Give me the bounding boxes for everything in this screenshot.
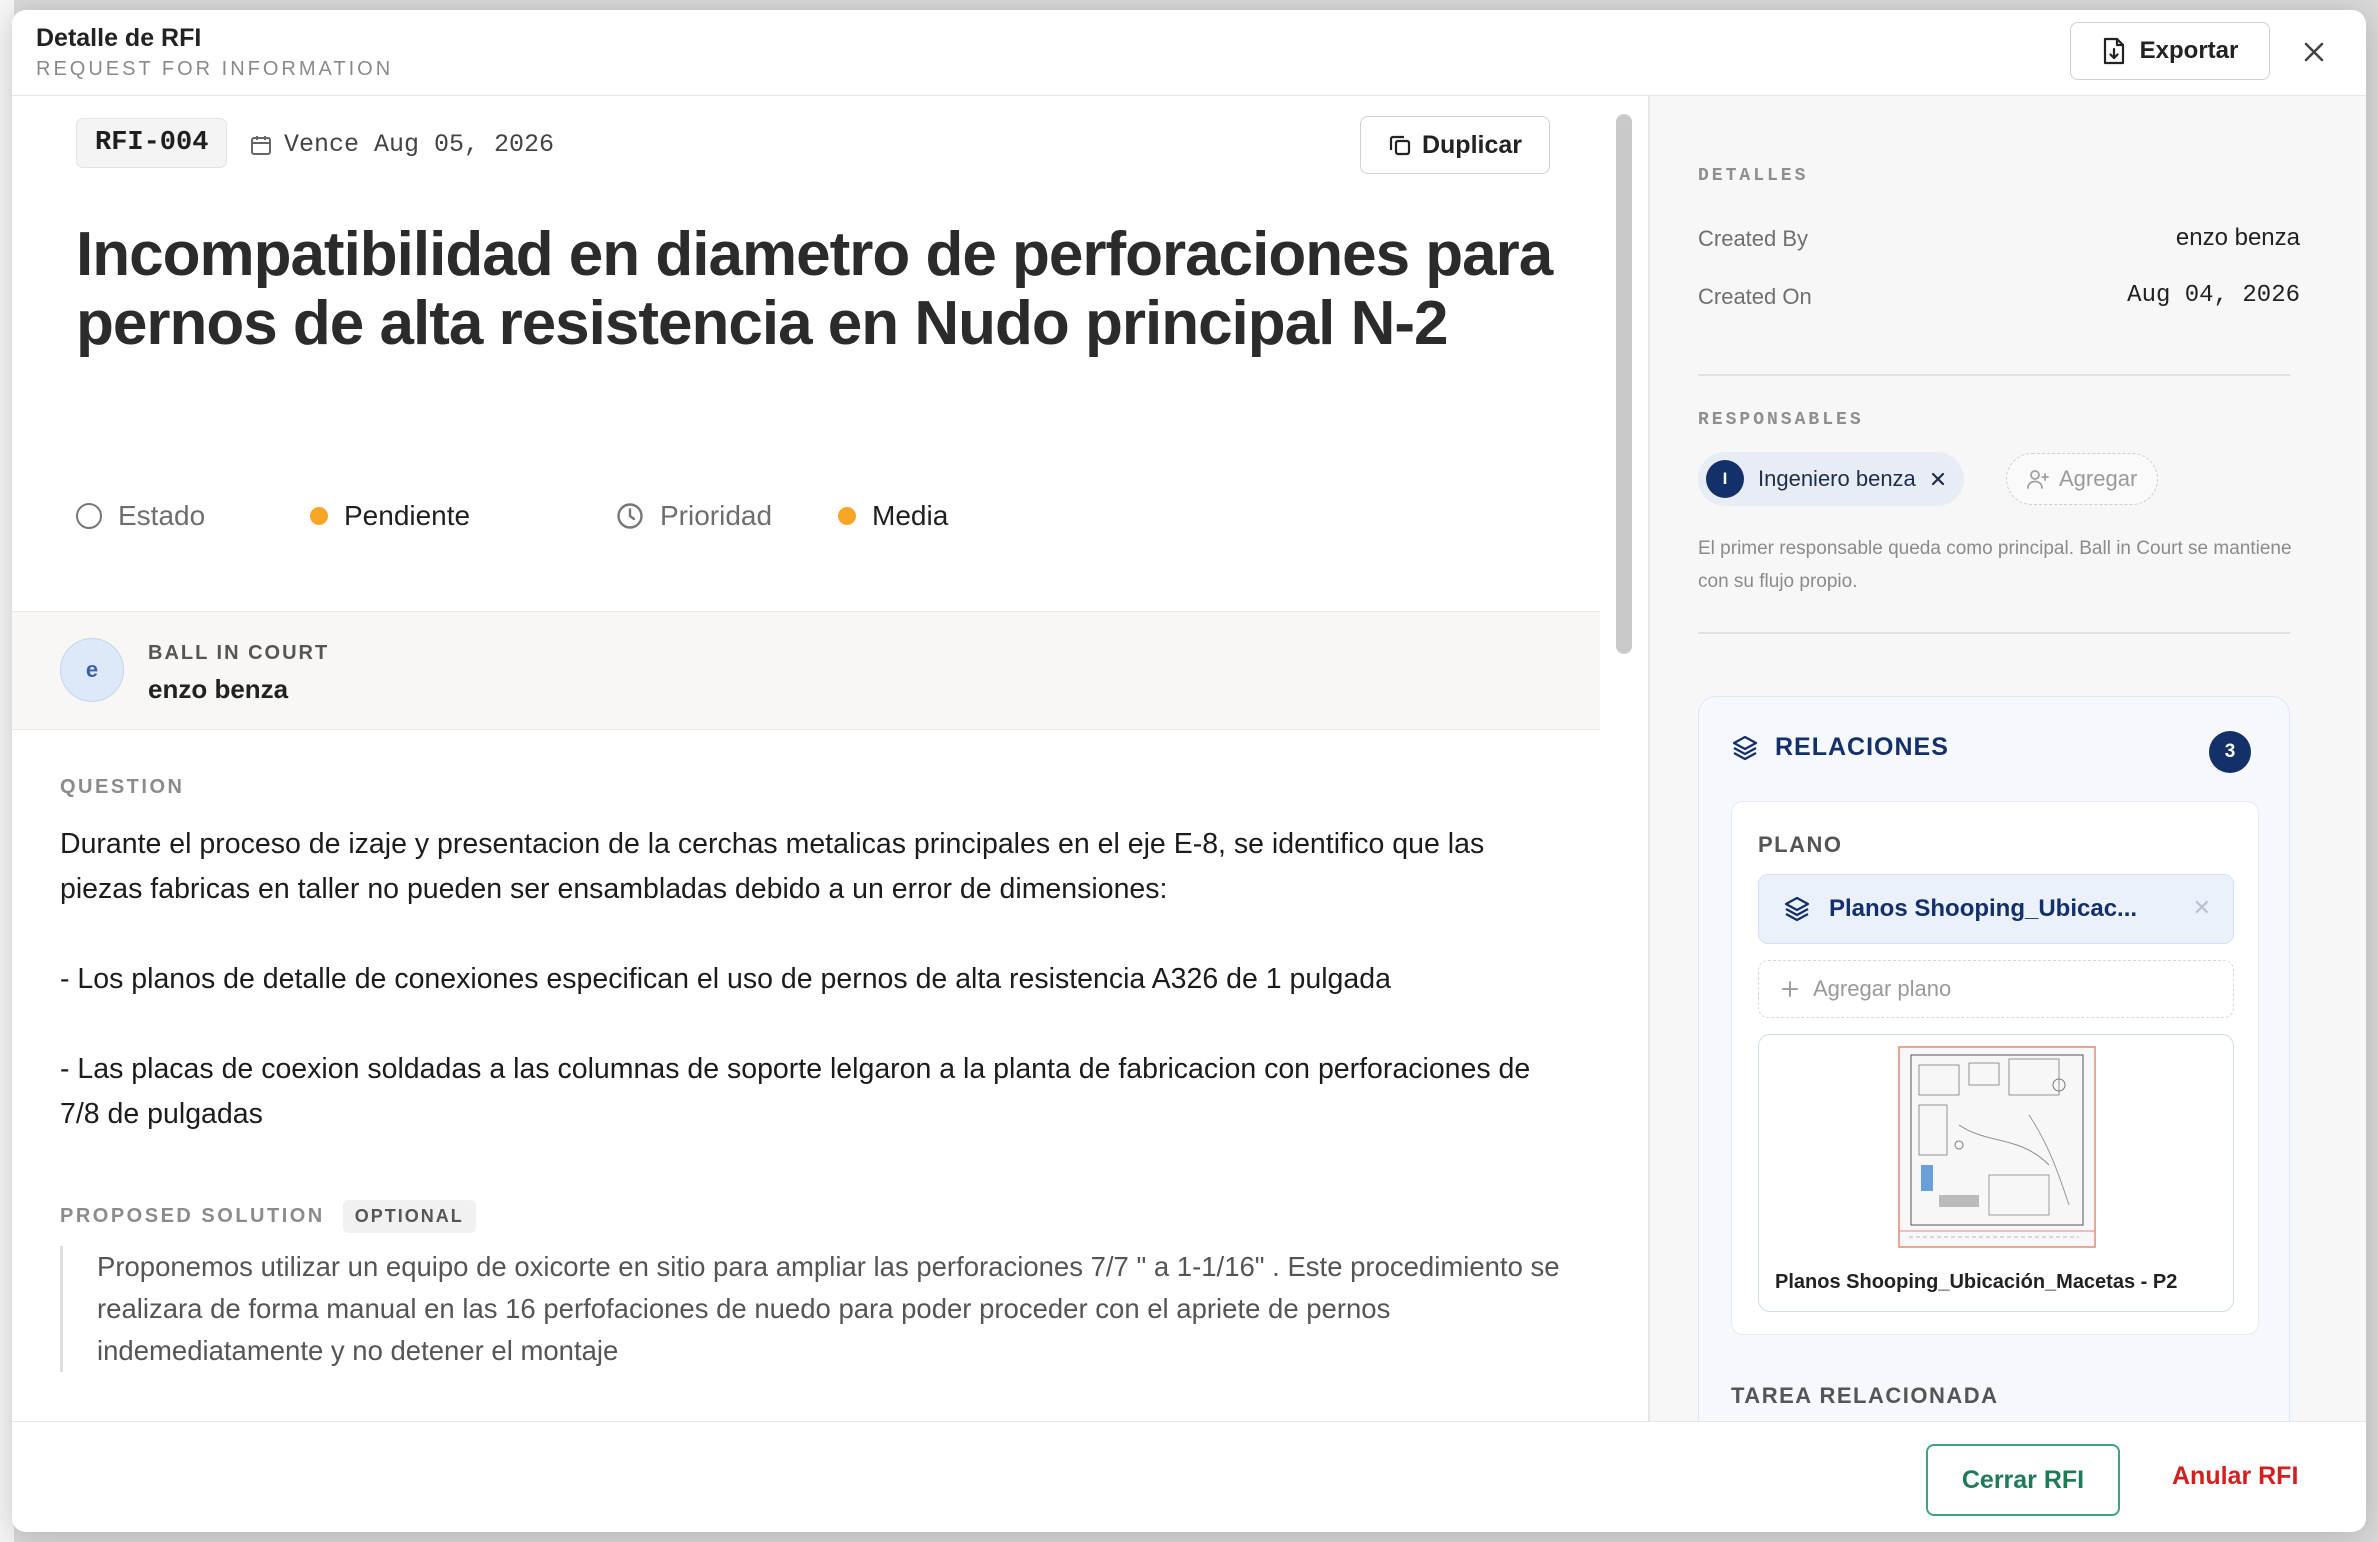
created-by-value: enzo benza — [2175, 224, 2300, 251]
modal-title: Detalle de RFI — [36, 24, 202, 52]
remove-plano-icon[interactable]: ✕ — [2193, 895, 2211, 921]
due-date-text: Vence Aug 05, 2026 — [284, 130, 555, 159]
remove-assignee-icon[interactable] — [1930, 471, 1946, 487]
priority-value[interactable]: Media — [838, 500, 948, 532]
add-assignee-label: Agregar — [2059, 466, 2138, 491]
linked-plano-name: Planos Shooping_Ubicac... — [1829, 895, 2138, 922]
add-plano-label: Agregar plano — [1813, 976, 1952, 1001]
floor-plan-thumbnail — [1898, 1046, 2096, 1248]
question-paragraph: Durante el proceso de izaje y presentaci… — [60, 828, 1485, 905]
duplicate-label: Duplicar — [1421, 130, 1523, 159]
status-field-label: Estado — [76, 500, 205, 532]
question-paragraph: - Los planos de detalle de conexiones es… — [60, 963, 1391, 995]
close-rfi-button[interactable]: Cerrar RFI — [1926, 1444, 2120, 1516]
responsables-hint: El primer responsable queda como princip… — [1698, 538, 2292, 592]
assignee-name: Ingeniero benza — [1758, 466, 1916, 491]
add-plano-button[interactable]: Agregar plano — [1758, 960, 2234, 1018]
divider — [1698, 374, 2290, 376]
responsables-section-label: RESPONSABLES — [1698, 410, 1864, 430]
void-rfi-button[interactable]: Anular RFI — [2172, 1462, 2298, 1491]
export-label: Exportar — [2139, 37, 2239, 64]
export-button[interactable]: Exportar — [2070, 22, 2270, 80]
circle-icon — [76, 503, 102, 529]
close-icon[interactable] — [2294, 32, 2334, 72]
ball-in-court-name: enzo benza — [148, 674, 289, 704]
plano-label: PLANO — [1758, 832, 1843, 857]
plus-icon — [1781, 980, 1799, 998]
rfi-id-badge: RFI-004 — [76, 118, 228, 168]
rfi-meta-row: Estado Pendiente Prioridad Media — [76, 500, 1476, 540]
modal-footer: Cerrar RFI Anular RFI — [12, 1421, 2366, 1532]
priority-dot-icon — [838, 507, 856, 525]
proposed-solution-header: PROPOSED SOLUTION OPTIONAL — [60, 1200, 476, 1233]
plano-section: PLANO Planos Shooping_Ubicac... ✕ Agrega… — [1731, 801, 2259, 1335]
plano-thumbnail-card[interactable]: Planos Shooping_Ubicación_Macetas - P2 — [1758, 1034, 2234, 1312]
priority-field-label: Prioridad — [616, 500, 772, 532]
user-plus-icon — [2027, 469, 2049, 489]
rfi-detail-modal: Detalle de RFI REQUEST FOR INFORMATION E… — [12, 10, 2366, 1532]
assignee-chip[interactable]: I Ingeniero benza — [1698, 452, 1964, 506]
details-section-label: DETALLES — [1698, 166, 1809, 186]
avatar: e — [60, 638, 124, 702]
question-body: Durante el proceso de izaje y presentaci… — [60, 822, 1560, 1137]
plano-thumbnail-caption: Planos Shooping_Ubicación_Macetas - P2 — [1775, 1271, 2178, 1293]
status-dot-icon — [310, 507, 328, 525]
relations-label: RELACIONES — [1775, 733, 1949, 761]
optional-badge: OPTIONAL — [342, 1200, 476, 1233]
related-task-label: TAREA RELACIONADA — [1731, 1383, 1999, 1408]
modal-header: Detalle de RFI REQUEST FOR INFORMATION E… — [12, 10, 2366, 96]
calendar-icon — [250, 134, 272, 156]
proposed-solution-text: Proponemos utilizar un equipo de oxicort… — [60, 1246, 1570, 1372]
divider — [1698, 632, 2290, 634]
file-download-icon — [2102, 37, 2126, 65]
relations-count-badge: 3 — [2209, 731, 2251, 773]
ball-in-court-label: BALL IN COURT — [148, 642, 330, 664]
rfi-side-panel: DETALLES Created By enzo benza Created O… — [1650, 96, 2366, 1421]
question-label: QUESTION — [60, 776, 185, 798]
duplicate-button[interactable]: Duplicar — [1360, 116, 1550, 174]
due-date: Vence Aug 05, 2026 — [250, 130, 554, 159]
avatar: I — [1706, 460, 1744, 498]
modal-subtitle: REQUEST FOR INFORMATION — [36, 58, 394, 80]
rfi-main-pane: RFI-004 Vence Aug 05, 2026 Duplicar Inco… — [12, 96, 1600, 1421]
status-value[interactable]: Pendiente — [310, 500, 470, 532]
layers-icon — [1731, 734, 1759, 762]
created-on-label: Created On — [1698, 284, 1812, 309]
copy-icon — [1388, 133, 1412, 157]
rfi-title: Incompatibilidad en diametro de perforac… — [76, 220, 1553, 358]
layers-icon — [1783, 895, 1811, 923]
created-on-value: Aug 04, 2026 — [2127, 282, 2300, 309]
add-assignee-button[interactable]: Agregar — [2006, 453, 2159, 505]
proposed-solution-label: PROPOSED SOLUTION — [60, 1205, 325, 1227]
linked-plano-item[interactable]: Planos Shooping_Ubicac... ✕ — [1758, 874, 2234, 944]
relations-card: RELACIONES 3 PLANO Planos Shooping_Ubica… — [1698, 696, 2290, 1421]
ball-in-court: e BALL IN COURT enzo benza — [12, 611, 1600, 730]
relations-header: RELACIONES — [1731, 733, 1949, 762]
clock-icon — [616, 502, 644, 530]
question-paragraph: - Las placas de coexion soldadas a las c… — [60, 1053, 1531, 1130]
created-by-label: Created By — [1698, 226, 1809, 251]
main-pane-scrollbar[interactable] — [1616, 114, 1632, 654]
